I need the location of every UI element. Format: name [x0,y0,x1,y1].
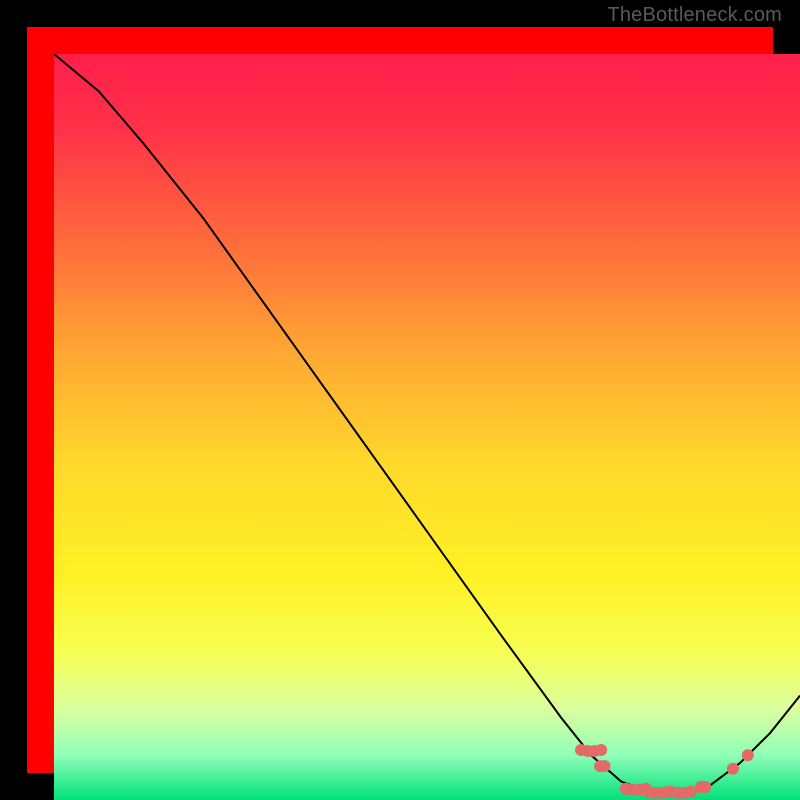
data-marker [695,782,706,793]
data-marker [634,784,645,795]
data-marker [700,782,711,793]
data-marker [685,786,696,797]
data-marker [656,787,667,798]
data-marker [679,787,690,798]
data-marker [620,783,631,794]
data-marker [643,786,654,797]
plot-svg [54,54,800,800]
data-marker [589,746,600,757]
watermark-text: TheBottleneck.com [607,4,782,27]
gradient-background [54,54,800,800]
data-marker [672,787,683,798]
plot-area [27,27,773,773]
data-marker [649,787,660,798]
data-marker [599,761,610,772]
chart-container: TheBottleneck.com [0,0,800,800]
data-marker [627,784,638,795]
data-marker [742,750,753,761]
data-marker [727,763,738,774]
data-marker [596,745,607,756]
data-marker [576,745,587,756]
data-marker [582,746,593,757]
data-marker [663,786,674,797]
data-marker [595,761,606,772]
data-marker [641,783,652,794]
data-marker [665,786,676,797]
bottleneck-curve [54,54,800,793]
data-markers-group [576,745,754,799]
